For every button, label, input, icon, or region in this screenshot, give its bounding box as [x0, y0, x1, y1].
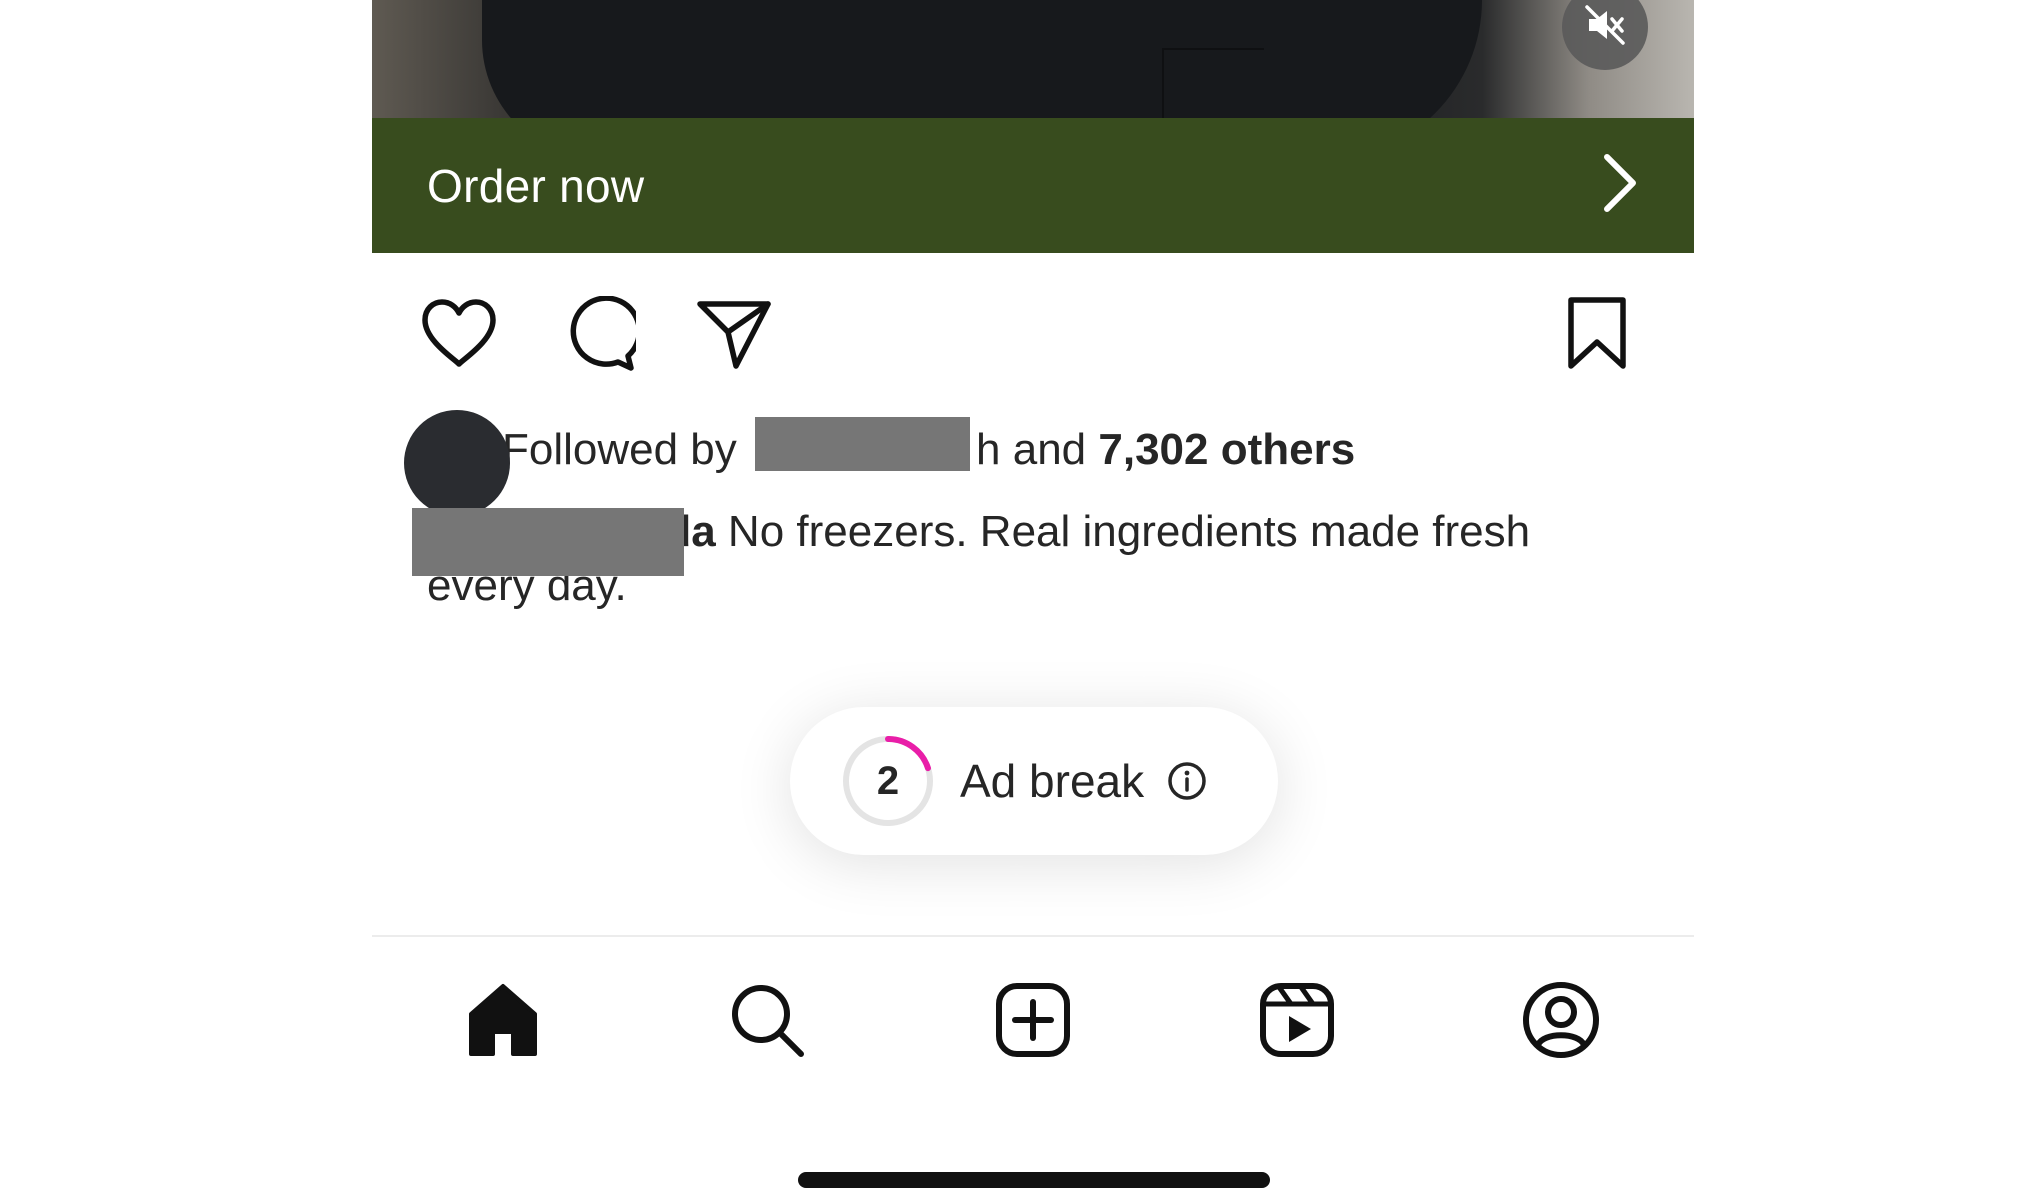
comment-button[interactable]	[558, 294, 643, 377]
mute-button[interactable]	[1562, 0, 1648, 70]
followed-prefix: Followed by	[502, 425, 750, 474]
ad-break-pill[interactable]: 2 Ad break	[790, 707, 1278, 855]
redacted-username-block	[412, 508, 684, 576]
paper-plane-icon	[696, 298, 772, 375]
post-actions	[372, 294, 1694, 377]
heart-icon	[419, 298, 499, 375]
order-now-label: Order now	[427, 159, 645, 212]
followed-middle: and	[1000, 425, 1099, 474]
info-icon[interactable]	[1166, 760, 1208, 802]
followed-by-row: Followed by h and 7,302 others	[372, 410, 1694, 516]
search-icon	[727, 980, 807, 1065]
avatar[interactable]	[404, 410, 510, 516]
chevron-right-icon	[1599, 151, 1639, 220]
tab-profile[interactable]	[1516, 977, 1606, 1067]
reels-icon	[1257, 980, 1337, 1065]
save-button[interactable]	[1557, 296, 1637, 376]
order-now-button[interactable]: Order now	[372, 118, 1694, 253]
tab-reels[interactable]	[1252, 977, 1342, 1067]
tab-search[interactable]	[722, 977, 812, 1067]
tab-home[interactable]	[458, 977, 548, 1067]
tabbar-divider	[372, 935, 1694, 937]
redacted-username	[755, 417, 971, 472]
ad-video-frame[interactable]	[372, 0, 1694, 118]
home-indicator[interactable]	[798, 1172, 1270, 1188]
speaker-muted-icon	[1583, 3, 1627, 52]
bookmark-icon	[1565, 296, 1629, 377]
share-button[interactable]	[694, 296, 774, 376]
ad-break-label: Ad break	[960, 755, 1145, 807]
profile-icon	[1521, 980, 1601, 1065]
video-detail	[1162, 48, 1264, 118]
followed-others[interactable]: 7,302 others	[1098, 425, 1355, 474]
ad-countdown-number: 2	[876, 758, 900, 803]
followed-by-text[interactable]: Followed by h and 7,302 others	[502, 417, 1355, 479]
plus-square-icon	[993, 980, 1073, 1065]
bottom-tab-bar	[372, 977, 1694, 1067]
followed-redacted-tail: h	[976, 425, 1001, 474]
instagram-feed: Order now Followed by h and 7,302 others…	[372, 0, 1694, 1203]
home-icon	[463, 980, 543, 1065]
like-button[interactable]	[419, 296, 499, 376]
ad-countdown-ring: 2	[840, 733, 936, 829]
tab-create[interactable]	[988, 977, 1078, 1067]
comment-bubble-icon	[560, 294, 643, 377]
video-subject	[482, 0, 1482, 118]
